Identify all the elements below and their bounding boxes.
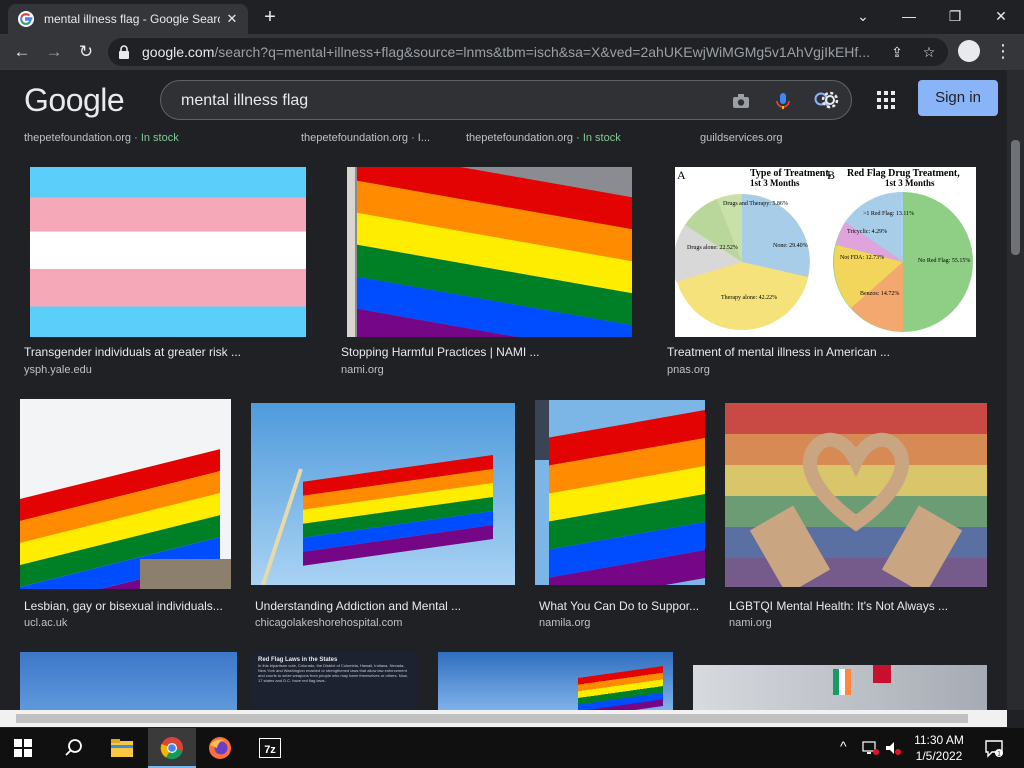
close-window-button[interactable]: ✕	[978, 4, 1024, 28]
volume-icon[interactable]	[884, 740, 902, 756]
google-apps-icon[interactable]	[876, 90, 896, 110]
pie-a-slice-label: None: 29.40%	[773, 243, 808, 249]
result-title[interactable]: Stopping Harmful Practices | NAMI ...	[341, 345, 641, 359]
restore-button[interactable]: ❐	[932, 4, 978, 28]
share-icon[interactable]: ⇪	[888, 43, 906, 61]
result-source[interactable]: guildservices.org	[700, 132, 783, 144]
vertical-scroll-thumb[interactable]	[1011, 140, 1020, 255]
pie-a-slice-label: Therapy alone: 42.22%	[721, 295, 777, 301]
reload-icon[interactable]: ↻	[74, 40, 98, 64]
lock-icon	[119, 45, 129, 59]
image-results-grid: thepetefoundation.org · In stock thepete…	[0, 130, 1007, 710]
flags-bunting-image[interactable]	[693, 665, 987, 710]
profile-avatar-icon[interactable]	[958, 40, 980, 62]
bookmark-star-icon[interactable]: ☆	[920, 43, 938, 61]
windows-start-icon[interactable]	[14, 739, 32, 757]
result-source[interactable]: thepetefoundation.org · In stock	[466, 132, 621, 144]
tab-close-icon[interactable]: ✕	[224, 11, 240, 27]
tray-chevron-icon[interactable]: ^	[840, 738, 847, 754]
result-title[interactable]: What You Can Do to Suppor...	[539, 599, 705, 613]
result-title[interactable]: LGBTQI Mental Health: It's Not Always ..…	[729, 599, 989, 613]
clock-date: 1/5/2022	[915, 749, 963, 763]
google-header: Google Sign in	[0, 70, 1007, 130]
pie-a-slice-label: Drugs and Therapy: 5.86%	[723, 201, 788, 207]
result-source[interactable]: pnas.org	[667, 364, 710, 376]
back-arrow-icon[interactable]: ←	[10, 40, 34, 64]
sky-image[interactable]	[20, 652, 237, 710]
search-icon[interactable]	[62, 736, 86, 760]
result-source[interactable]: nami.org	[729, 617, 772, 629]
result-title[interactable]: Lesbian, gay or bisexual individuals...	[24, 599, 230, 613]
notifications-icon[interactable]: 1	[984, 738, 1004, 758]
result-source[interactable]: thepetefoundation.org · I...	[301, 132, 430, 144]
search-input[interactable]	[181, 90, 701, 112]
result-title[interactable]: Understanding Addiction and Mental ...	[255, 599, 505, 613]
windows-taskbar: 7z ^ 11:30 AM 1/5/2022 1	[0, 728, 1024, 768]
system-clock[interactable]: 11:30 AM 1/5/2022	[902, 732, 976, 764]
pie-b-slice-label: Tricyclic: 4.29%	[847, 229, 887, 235]
sign-in-button[interactable]: Sign in	[918, 80, 998, 116]
treatment-pie-charts-image[interactable]: A Type of Treatment, 1st 3 Months B Red …	[675, 167, 976, 337]
address-bar[interactable]: google.com/search?q=mental+illness+flag&…	[108, 38, 948, 66]
rainbow-flag-sky-image[interactable]	[251, 403, 515, 585]
7zip-icon[interactable]: 7z	[258, 736, 282, 760]
network-icon[interactable]	[862, 740, 880, 756]
panel-a-label: A	[677, 168, 686, 182]
horizontal-scrollbar[interactable]	[0, 710, 1007, 727]
result-source[interactable]: ucl.ac.uk	[24, 617, 67, 629]
minimize-button[interactable]: —	[886, 4, 932, 28]
settings-gear-icon[interactable]	[818, 88, 842, 112]
result-source[interactable]: thepetefoundation.org · In stock	[24, 132, 179, 144]
tab-title: mental illness flag - Google Search	[44, 12, 220, 26]
result-source[interactable]: nami.org	[341, 364, 384, 376]
microphone-icon[interactable]	[773, 91, 793, 111]
document-body: In this bipartisan vote, Colorado, the D…	[258, 663, 408, 683]
firefox-icon[interactable]	[208, 736, 232, 760]
pie-b-slice-label: >1 Red Flag: 13.11%	[863, 211, 914, 217]
horizontal-scroll-thumb[interactable]	[16, 714, 968, 723]
result-source[interactable]: chicagolakeshorehospital.com	[255, 617, 402, 629]
transgender-flag-image[interactable]	[30, 167, 306, 337]
tab-search-chevron-icon[interactable]: ⌄	[840, 4, 886, 28]
google-logo[interactable]: Google	[24, 82, 125, 119]
clock-time: 11:30 AM	[914, 733, 964, 747]
svg-text:7z: 7z	[264, 744, 276, 756]
rainbow-flag-sky-image[interactable]	[438, 652, 673, 710]
browser-toolbar: ← → ↻ google.com/search?q=mental+illness…	[0, 34, 1024, 70]
forward-arrow-icon[interactable]: →	[42, 40, 66, 64]
pie-b-slice-label: Benzos: 14.72%	[860, 291, 899, 297]
url-text: google.com/search?q=mental+illness+flag&…	[142, 44, 870, 60]
rainbow-flag-image[interactable]	[347, 167, 632, 337]
pie-b-slice-label: Not FDA: 12.73%	[840, 255, 884, 261]
pie-b-subtitle: 1st 3 Months	[885, 178, 935, 188]
rainbow-wall-heart-hands-image[interactable]	[725, 403, 987, 587]
search-box	[160, 80, 852, 120]
vertical-scrollbar[interactable]	[1007, 70, 1024, 710]
rainbow-flag-image[interactable]	[20, 399, 231, 589]
result-source[interactable]: namila.org	[539, 617, 590, 629]
camera-icon[interactable]	[731, 91, 751, 111]
chrome-icon[interactable]	[160, 736, 184, 760]
file-explorer-icon[interactable]	[110, 736, 134, 760]
pie-b-slice-label: No Red Flag: 55.15%	[918, 258, 970, 264]
new-tab-button[interactable]: +	[260, 7, 280, 27]
rainbow-flag-image[interactable]	[535, 400, 705, 585]
result-source[interactable]: ysph.yale.edu	[24, 364, 92, 376]
browser-menu-icon[interactable]: ⋮	[994, 40, 1012, 64]
browser-tab[interactable]: mental illness flag - Google Search ✕	[8, 4, 248, 34]
google-favicon-icon	[18, 11, 34, 27]
result-title[interactable]: Treatment of mental illness in American …	[667, 345, 987, 359]
pie-a-slice-label: Drugs alone: 22.52%	[687, 245, 738, 251]
pie-a-subtitle: 1st 3 Months	[750, 178, 800, 188]
browser-tab-strip: mental illness flag - Google Search ✕ + …	[0, 0, 1024, 34]
result-title[interactable]: Transgender individuals at greater risk …	[24, 345, 304, 359]
red-flag-laws-document-image[interactable]: Red Flag Laws in the States In this bipa…	[251, 652, 417, 710]
panel-b-label: B	[827, 168, 835, 182]
